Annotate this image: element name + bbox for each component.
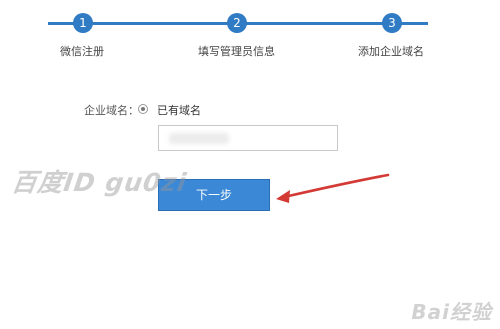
- step-2-label: 填写管理员信息: [198, 45, 275, 58]
- step-2-marker: 2: [227, 13, 247, 33]
- existing-domain-radio[interactable]: [138, 104, 148, 114]
- existing-domain-radio-label[interactable]: 已有域名: [157, 102, 201, 118]
- step-1-label: 微信注册: [60, 45, 104, 58]
- author-watermark: 百度ID gu0zi: [9, 168, 189, 197]
- baidu-jingyan-watermark: Bai经验: [411, 300, 492, 324]
- step-3-marker: 3: [382, 13, 402, 33]
- step-1-marker: 1: [73, 13, 93, 33]
- step-3-label: 添加企业域名: [358, 45, 424, 58]
- blurred-domain-text: [169, 133, 229, 144]
- annotation-arrow-icon: [276, 173, 390, 203]
- domain-input[interactable]: [158, 125, 338, 151]
- domain-label: 企业域名：: [84, 104, 139, 117]
